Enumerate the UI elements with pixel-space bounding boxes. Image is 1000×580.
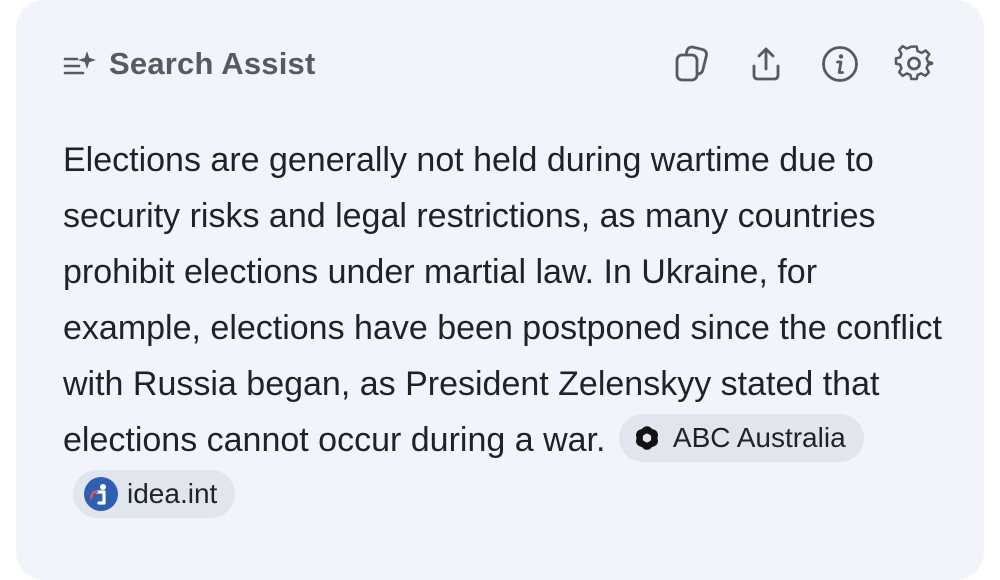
copy-button[interactable] — [667, 40, 717, 88]
source-chip-abc-australia[interactable]: ABC Australia — [618, 414, 864, 463]
search-assist-title-group: Search Assist — [61, 42, 316, 86]
idea-logo-icon — [83, 476, 119, 512]
search-assist-title: Search Assist — [109, 46, 316, 81]
header-actions — [667, 40, 939, 88]
answer-text: Elections are generally not held during … — [63, 141, 942, 459]
info-icon — [820, 44, 860, 84]
abc-logo-icon — [629, 425, 665, 451]
info-button[interactable] — [815, 40, 865, 88]
assist-sparkle-icon — [61, 45, 99, 83]
source-chip-idea-int[interactable]: idea.int — [73, 470, 236, 519]
share-icon — [746, 44, 786, 84]
settings-button[interactable] — [889, 40, 939, 88]
source-chip-label: ABC Australia — [672, 422, 846, 454]
search-assist-header: Search Assist — [16, 0, 984, 126]
share-button[interactable] — [741, 40, 791, 88]
answer-paragraph: Elections are generally not held during … — [63, 132, 943, 524]
settings-gear-icon — [894, 44, 934, 84]
copy-icon — [672, 44, 712, 84]
search-assist-card: Search Assist Elections are generally no… — [16, 0, 984, 580]
source-chip-label: idea.int — [127, 478, 218, 510]
